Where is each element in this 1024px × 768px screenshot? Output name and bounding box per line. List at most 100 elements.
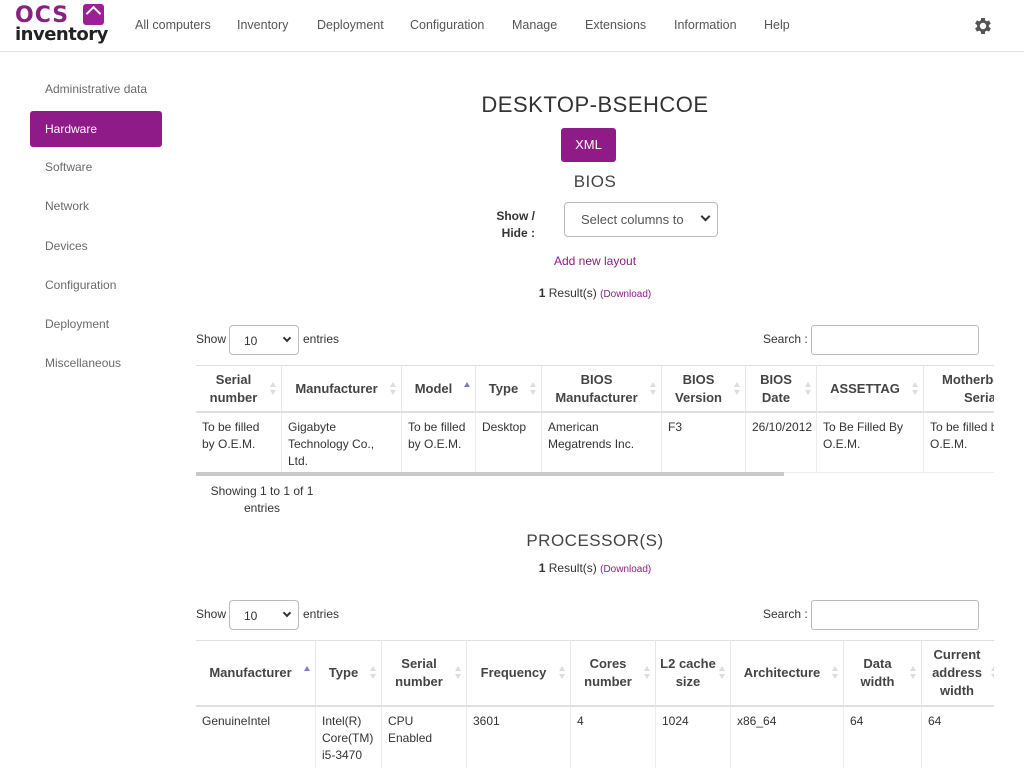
sort-icon	[390, 381, 396, 396]
sidebar-item-network[interactable]: Network	[30, 188, 162, 224]
column-header-label: Type	[328, 665, 359, 680]
sidebar-item-deployment[interactable]: Deployment	[30, 306, 162, 342]
nav-configuration[interactable]: Configuration	[410, 18, 484, 32]
sort-icon	[559, 666, 565, 680]
processor-search-input[interactable]	[811, 600, 979, 630]
processor-entries-select[interactable]: 10	[229, 600, 299, 630]
bios-col-motherboard-serial[interactable]: Motherboard Serial	[924, 365, 994, 412]
processor-col-manufacturer[interactable]: Manufacturer	[196, 640, 316, 706]
bios-entries-value: 10	[244, 334, 258, 348]
column-header-label: BIOS Manufacturer	[555, 371, 638, 405]
table-cell: To Be Filled By O.E.M.	[817, 413, 924, 473]
sort-icon	[455, 666, 461, 680]
bios-col-model[interactable]: Model	[402, 365, 476, 412]
nav-manage[interactable]: Manage	[512, 18, 557, 32]
column-header-label: Type	[488, 380, 519, 396]
column-header-label: Current address width	[932, 647, 982, 698]
column-select-dropdown[interactable]: Select columns to	[564, 202, 718, 237]
processor-results-label: Result(s)	[548, 561, 597, 575]
column-header-label: Manufacturer	[295, 380, 378, 396]
bios-show-label: Show	[196, 332, 227, 346]
bios-results-line: 1 Result(s) (Download)	[495, 286, 695, 300]
column-select-placeholder: Select columns to	[581, 212, 684, 227]
page-title: DESKTOP-BSEHCOE	[481, 92, 709, 117]
table-cell: Gigabyte Technology Co., Ltd.	[282, 413, 402, 473]
sort-icon	[650, 381, 656, 396]
nav-information[interactable]: Information	[674, 18, 737, 32]
bios-section-title: BIOS	[573, 172, 617, 191]
table-cell: GenuineIntel	[196, 707, 316, 768]
ocs-inventory-logo[interactable]: OCS inventory	[15, 4, 108, 46]
processor-col-cores-number[interactable]: Cores number	[571, 640, 656, 706]
sort-icon	[912, 381, 918, 396]
processor-col-serial-number[interactable]: Serial number	[382, 640, 467, 706]
bios-col-bios-version[interactable]: BIOS Version	[662, 365, 746, 412]
column-header-label: ASSETTAG	[830, 380, 900, 396]
table-cell: x86_64	[731, 707, 844, 768]
bios-table-scrollbar[interactable]	[196, 472, 784, 476]
chevron-down-icon	[282, 608, 292, 618]
bios-col-bios-manufacturer[interactable]: BIOS Manufacturer	[542, 365, 662, 412]
column-header-label: Cores number	[584, 656, 632, 689]
table-cell: 26/10/2012	[746, 413, 817, 473]
processor-col-frequency[interactable]: Frequency	[467, 640, 571, 706]
processor-col-data-width[interactable]: Data width	[844, 640, 922, 706]
sort-icon	[370, 666, 376, 680]
bios-col-serial-number[interactable]: Serial number	[196, 365, 282, 412]
column-header-label: Model	[414, 380, 453, 396]
processor-section-title: PROCESSOR(S)	[526, 531, 664, 550]
processor-col-l2-cache-size[interactable]: L2 cache size	[656, 640, 731, 706]
bios-table: Serial number Manufacturer Model Type BI…	[196, 365, 994, 475]
nav-deployment[interactable]: Deployment	[317, 18, 384, 32]
showhide-label-line2: Hide :	[501, 226, 535, 240]
chevron-down-icon	[282, 333, 292, 343]
sidebar-item-devices[interactable]: Devices	[30, 228, 162, 264]
bios-search-label: Search :	[763, 332, 808, 346]
gear-icon[interactable]	[972, 15, 994, 37]
bios-col-manufacturer[interactable]: Manufacturer	[282, 365, 402, 412]
column-header-label: L2 cache size	[660, 656, 716, 689]
column-header-label: Architecture	[743, 665, 821, 680]
sidebar-item-software[interactable]: Software	[30, 149, 162, 185]
column-header-label: Serial number	[395, 656, 443, 689]
bios-search-input[interactable]	[811, 325, 979, 355]
showhide-label: Show / Hide :	[490, 208, 535, 242]
nav-extensions[interactable]: Extensions	[585, 18, 646, 32]
sidebar-item-hardware[interactable]: Hardware	[30, 111, 162, 147]
processor-col-architecture[interactable]: Architecture	[731, 640, 844, 706]
column-header-label: Frequency	[480, 665, 547, 680]
sidebar-item-miscellaneous[interactable]: Miscellaneous	[30, 345, 162, 381]
column-header-label: BIOS Date	[760, 371, 792, 405]
bios-download-link[interactable]: (Download)	[600, 289, 651, 300]
table-cell: F3	[662, 413, 746, 473]
bios-col-assettag[interactable]: ASSETTAG	[817, 365, 924, 412]
sort-icon	[270, 381, 276, 396]
table-cell: To be filled by O.E.M.	[196, 413, 282, 473]
sidebar-item-administrative-data[interactable]: Administrative data	[30, 71, 162, 107]
table-cell: Desktop	[476, 413, 542, 473]
table-cell: 1024	[656, 707, 731, 768]
sidebar-item-configuration[interactable]: Configuration	[30, 267, 162, 303]
bios-entries-select[interactable]: 10	[229, 325, 299, 355]
sort-ascending-icon	[464, 381, 470, 396]
sort-icon	[719, 666, 725, 680]
column-header-label: Manufacturer	[209, 665, 292, 680]
xml-button[interactable]: XML	[561, 128, 616, 162]
logo-text-bottom: inventory	[15, 24, 108, 45]
table-cell: 64	[844, 707, 922, 768]
bios-entries-label: entries	[303, 332, 340, 346]
processor-download-link[interactable]: (Download)	[600, 564, 651, 575]
chevron-down-icon	[700, 211, 711, 222]
nav-inventory[interactable]: Inventory	[237, 18, 288, 32]
processor-col-type[interactable]: Type	[316, 640, 382, 706]
table-cell: 4	[571, 707, 656, 768]
sort-ascending-icon	[304, 666, 310, 680]
nav-all-computers[interactable]: All computers	[135, 18, 211, 32]
bios-col-type[interactable]: Type	[476, 365, 542, 412]
bios-table-info: Showing 1 to 1 of 1 entries	[210, 484, 314, 515]
column-header-label: Data width	[860, 656, 895, 689]
processor-col-current-address-width[interactable]: Current address width	[922, 640, 994, 706]
nav-help[interactable]: Help	[764, 18, 790, 32]
add-new-layout-link[interactable]: Add new layout	[495, 254, 695, 268]
bios-col-bios-date[interactable]: BIOS Date	[746, 365, 817, 412]
